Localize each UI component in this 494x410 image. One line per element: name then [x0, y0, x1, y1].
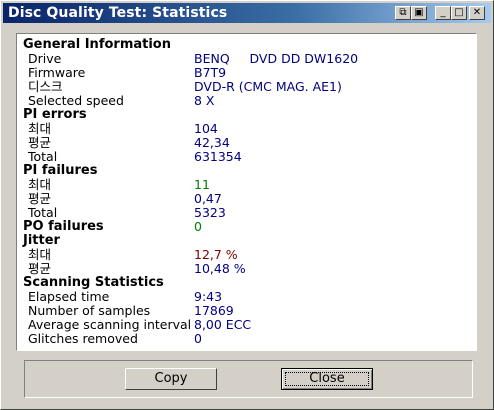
samples-value: 17869 [194, 303, 234, 318]
minimize-button[interactable]: _ [435, 6, 451, 20]
scanning-interval-label: Average scanning interval [28, 317, 192, 332]
firmware-value: B7T9 [194, 65, 227, 80]
firmware-label: Firmware [28, 65, 86, 80]
section-po-failures: PO failures [23, 219, 104, 234]
elapsed-time-label: Elapsed time [28, 289, 110, 304]
jitter-max-value: 12,7 % [194, 247, 238, 262]
pi-failures-total-label: Total [28, 205, 58, 220]
pi-errors-max-label: 최대 [28, 121, 52, 136]
maximize-button[interactable]: □ [451, 6, 467, 20]
elapsed-time-value: 9:43 [194, 289, 223, 304]
close-button[interactable]: Close [281, 368, 373, 390]
section-general-information: General Information [23, 37, 171, 52]
scanning-interval-value: 8,00 ECC [194, 317, 252, 332]
close-window-button[interactable]: ✕ [469, 6, 485, 20]
button-panel: Copy Close [24, 360, 473, 398]
glitches-label: Glitches removed [28, 331, 138, 346]
disc-value: DVD-R (CMC MAG. AE1) [194, 79, 342, 94]
section-pi-errors: PI errors [23, 107, 87, 122]
pi-errors-avg-label: 평균 [28, 135, 52, 150]
samples-label: Number of samples [28, 303, 151, 318]
section-pi-failures: PI failures [23, 163, 98, 178]
floppy-icon[interactable]: ▣ [411, 6, 427, 20]
drive-value: BENQ DVD DD DW1620 [194, 51, 359, 66]
selected-speed-value: 8 X [194, 93, 215, 108]
jitter-avg-value: 10,48 % [194, 261, 246, 276]
copy-icon[interactable]: ⧉ [395, 6, 411, 20]
close-button-label: Close [309, 371, 345, 386]
drive-label: Drive [28, 51, 62, 66]
pi-errors-max-value: 104 [194, 121, 218, 136]
disc-label: 디스크 [28, 79, 63, 94]
jitter-max-label: 최대 [28, 247, 52, 262]
pi-failures-max-value: 11 [194, 177, 210, 192]
pi-errors-avg-value: 42,34 [194, 135, 230, 150]
selected-speed-label: Selected speed [28, 93, 124, 108]
window-title: Disc Quality Test: Statistics [8, 5, 228, 21]
statistics-panel: General Information Drive BENQ DVD DD DW1… [16, 33, 477, 351]
pi-failures-avg-label: 평균 [28, 191, 52, 206]
section-scanning-statistics: Scanning Statistics [23, 275, 164, 290]
statistics-window: Disc Quality Test: Statistics ⧉ ▣ _ □ ✕ … [0, 0, 494, 410]
jitter-avg-label: 평균 [28, 261, 52, 276]
po-failures-value: 0 [194, 219, 202, 234]
copy-button[interactable]: Copy [125, 368, 217, 390]
title-bar[interactable]: Disc Quality Test: Statistics ⧉ ▣ _ □ ✕ [3, 3, 491, 23]
glitches-value: 0 [194, 331, 202, 346]
pi-failures-total-value: 5323 [194, 205, 226, 220]
pi-errors-total-value: 631354 [194, 149, 242, 164]
pi-failures-avg-value: 0,47 [194, 191, 222, 206]
section-jitter: Jitter [23, 233, 60, 248]
pi-errors-total-label: Total [28, 149, 58, 164]
pi-failures-max-label: 최대 [28, 177, 52, 192]
